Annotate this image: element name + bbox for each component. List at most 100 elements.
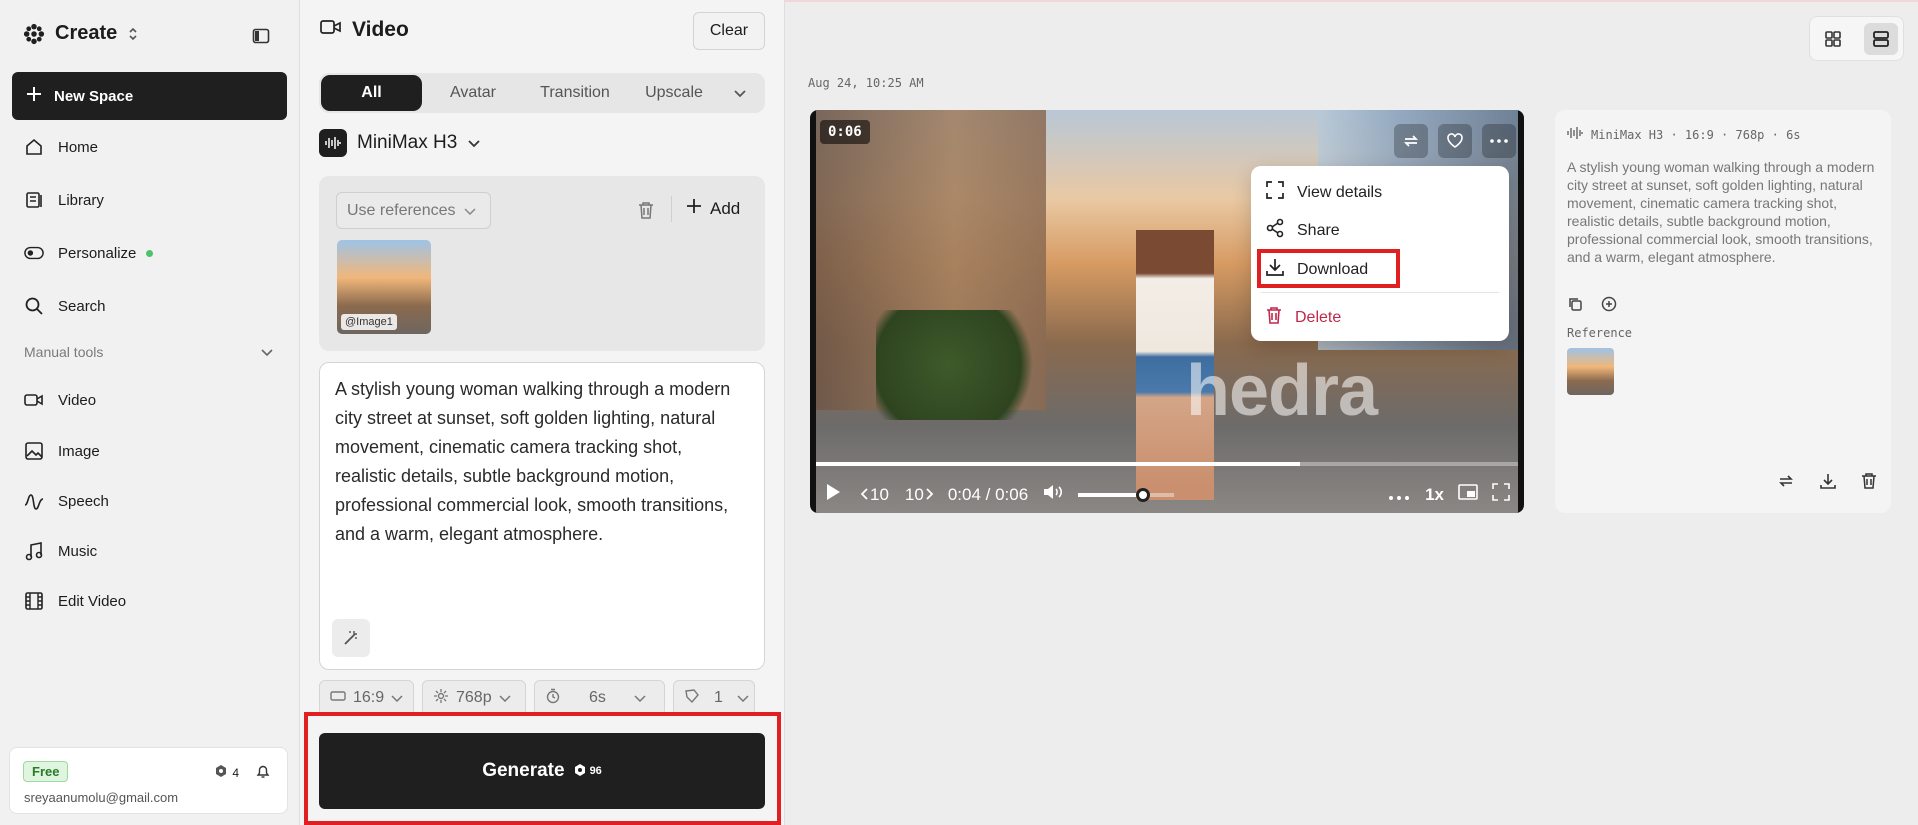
download-icon[interactable]	[1819, 472, 1837, 495]
resolution-select[interactable]: 768p	[422, 680, 526, 716]
chevron-down-icon	[463, 202, 476, 220]
detail-prompt-actions	[1567, 296, 1617, 317]
add-circle-icon[interactable]	[1601, 296, 1617, 317]
regenerate-icon[interactable]	[1777, 472, 1795, 495]
chevron-down-icon	[499, 689, 511, 707]
sidebar: Create New Space Home Library Personaliz…	[0, 0, 300, 825]
credit-icon	[573, 763, 587, 780]
output-count-select[interactable]: 1	[673, 680, 755, 716]
resolution-value: 768p	[456, 689, 492, 706]
volume-icon[interactable]	[1042, 483, 1064, 506]
generate-cost: 96	[573, 763, 602, 780]
menu-item-label: View details	[1297, 183, 1383, 201]
volume-slider[interactable]	[1078, 487, 1175, 502]
aspect-ratio-icon	[330, 689, 346, 707]
credits-value: 4	[232, 765, 239, 780]
video-icon	[320, 18, 342, 42]
tab-upscale[interactable]: Upscale	[626, 75, 722, 111]
menu-item-label: Share	[1297, 221, 1340, 239]
section-label: Manual tools	[24, 344, 104, 360]
forward-seconds: 10	[904, 484, 924, 504]
tab-all[interactable]: All	[321, 75, 422, 111]
new-space-label: New Space	[54, 87, 134, 105]
trash-icon[interactable]	[637, 200, 655, 225]
prompt-textarea[interactable]: A stylish young woman walking through a …	[319, 362, 765, 670]
trash-icon[interactable]	[1861, 472, 1877, 495]
panel-title-text: Video	[352, 18, 409, 41]
sidebar-item-image[interactable]: Image	[24, 441, 100, 461]
copy-icon[interactable]	[1567, 296, 1583, 317]
aspect-ratio-select[interactable]: 16:9	[319, 680, 414, 716]
manual-tools-section[interactable]: Manual tools	[24, 344, 274, 360]
tab-avatar[interactable]: Avatar	[422, 75, 524, 111]
credit-icon	[214, 764, 228, 781]
rewind-10-button[interactable]: 10	[860, 485, 889, 505]
sidebar-item-home[interactable]: Home	[24, 137, 98, 157]
duration-select[interactable]: 6s	[534, 680, 665, 716]
menu-item-share[interactable]: Share	[1265, 218, 1340, 243]
model-logo-icon	[319, 129, 347, 157]
regenerate-icon[interactable]	[1394, 124, 1428, 158]
magic-wand-icon[interactable]	[332, 619, 370, 657]
use-references-dropdown[interactable]: Use references	[336, 192, 491, 229]
generate-button[interactable]: Generate 96	[319, 733, 765, 809]
expand-icon	[1265, 180, 1285, 205]
sidebar-item-speech[interactable]: Speech	[24, 491, 109, 511]
grid-view-icon[interactable]	[1816, 23, 1850, 55]
more-icon[interactable]	[1389, 485, 1410, 505]
list-view-icon[interactable]	[1864, 23, 1898, 55]
sidebar-item-label: Library	[58, 191, 104, 209]
picture-in-picture-icon[interactable]	[1458, 484, 1478, 505]
clear-button[interactable]: Clear	[693, 12, 765, 50]
new-space-button[interactable]: New Space	[12, 72, 287, 120]
app-title: Create	[55, 22, 118, 44]
prompt-text: A stylish young woman walking through a …	[335, 379, 731, 544]
references-box: Use references Add @Image1	[319, 176, 765, 351]
volume-knob[interactable]	[1136, 487, 1151, 502]
fullscreen-icon[interactable]	[1492, 483, 1510, 506]
generation-options: 16:9 768p 6s 1	[319, 680, 755, 716]
account-email: sreyaanumolu@gmail.com	[24, 790, 179, 805]
sidebar-item-edit-video[interactable]: Edit Video	[24, 591, 126, 611]
logo-icon	[23, 23, 45, 45]
sidebar-item-search[interactable]: Search	[24, 296, 106, 316]
menu-divider	[1261, 292, 1499, 293]
play-icon[interactable]	[824, 482, 842, 507]
sidebar-item-label: Image	[58, 442, 100, 460]
sidebar-item-music[interactable]: Music	[24, 541, 97, 561]
chevron-down-icon	[391, 689, 403, 707]
forward-10-button[interactable]: 10	[905, 485, 934, 505]
sidebar-item-label: Video	[58, 391, 97, 409]
account-card[interactable]: Free 4 sreyaanumolu@gmail.com	[9, 747, 288, 814]
add-reference-button[interactable]: Add	[686, 198, 740, 219]
watermark: hedra	[1186, 351, 1378, 431]
collapse-sidebar-icon[interactable]	[252, 27, 270, 50]
output-count-value: 1	[714, 689, 723, 706]
playback-speed[interactable]: 1x	[1425, 485, 1444, 505]
generation-date: Aug 24, 10:25 AM	[808, 76, 924, 90]
workspace-switcher[interactable]: Create	[23, 22, 139, 45]
trash-icon	[1265, 305, 1283, 330]
reference-thumbnail[interactable]	[1567, 348, 1614, 395]
library-icon	[24, 190, 44, 210]
model-selector[interactable]: MiniMax H3	[319, 129, 481, 157]
panel-title: Video	[320, 18, 409, 42]
bell-icon[interactable]	[255, 763, 271, 784]
sidebar-item-video[interactable]: Video	[24, 390, 96, 410]
tabs-more-chevron-icon[interactable]	[722, 75, 758, 111]
generate-cost-value: 96	[589, 765, 602, 777]
sidebar-item-library[interactable]: Library	[24, 190, 104, 210]
reference-thumbnail[interactable]: @Image1	[337, 240, 431, 334]
more-options-icon[interactable]	[1482, 124, 1516, 158]
video-progress-bar[interactable]	[816, 462, 1518, 466]
divider	[671, 196, 672, 222]
detail-header: MiniMax H3 · 16:9 · 768p · 6s	[1567, 126, 1801, 143]
menu-item-view-details[interactable]: View details	[1265, 180, 1382, 205]
aspect-ratio-value: 16:9	[353, 689, 385, 706]
generation-details-card: MiniMax H3 · 16:9 · 768p · 6s A stylish …	[1555, 110, 1891, 513]
home-icon	[24, 137, 44, 157]
menu-item-delete[interactable]: Delete	[1265, 305, 1341, 330]
tab-transition[interactable]: Transition	[524, 75, 626, 111]
sidebar-item-personalize[interactable]: Personalize	[24, 243, 154, 263]
heart-icon[interactable]	[1438, 124, 1472, 158]
